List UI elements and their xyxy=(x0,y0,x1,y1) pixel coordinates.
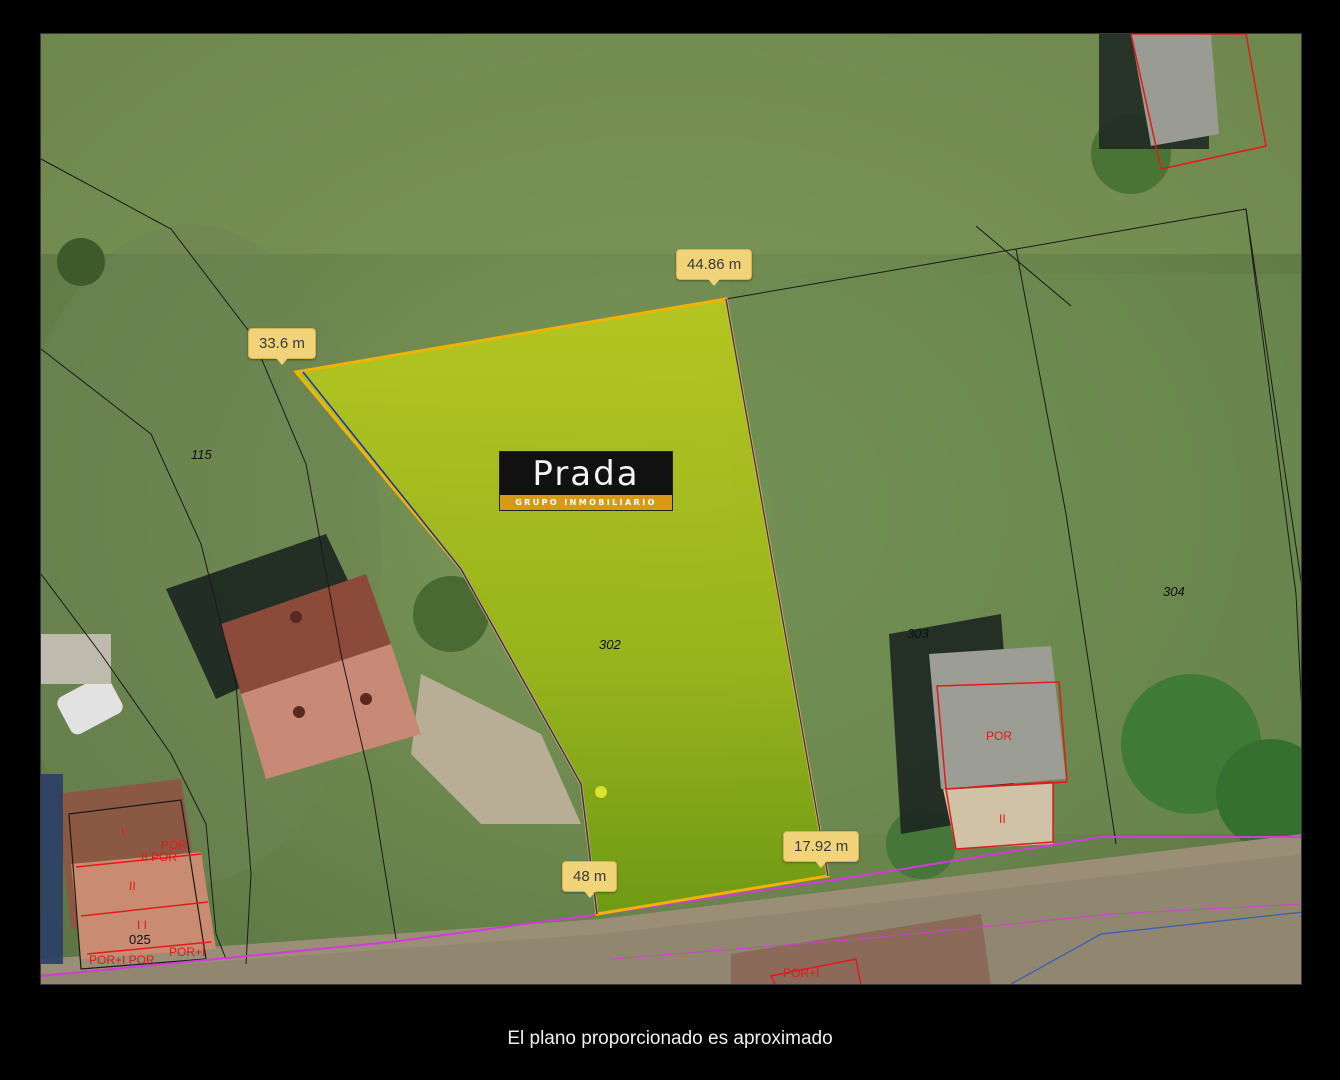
parcel-number-115: 115 xyxy=(191,447,212,462)
tree xyxy=(57,238,105,286)
chimney xyxy=(293,706,305,718)
east-building-label: II xyxy=(999,812,1006,826)
left-building-label: I xyxy=(121,825,124,839)
parcel-number-303: 303 xyxy=(907,626,929,641)
left-building-label: POR+I xyxy=(169,945,205,959)
image-caption: El plano proporcionado es aproximado xyxy=(507,1028,833,1049)
parcel-number-304: 304 xyxy=(1163,584,1185,599)
chimney xyxy=(360,693,372,705)
left-building-label: II xyxy=(129,879,136,893)
image-viewer: I POR II POR II I I 025 POR+I POR POR+I … xyxy=(0,0,1340,1080)
yard xyxy=(41,634,111,684)
parcel-marker xyxy=(595,786,607,798)
prada-logo: Prada GRUPO INMOBILIARIO xyxy=(499,451,673,511)
parcel-number-302: 302 xyxy=(599,637,621,652)
east-shed-roof xyxy=(929,646,1066,789)
south-building-label: POR+I xyxy=(783,966,819,980)
satellite-map[interactable]: I POR II POR II I I 025 POR+I POR POR+I … xyxy=(40,33,1302,985)
measurement-bottom-left: 48 m xyxy=(562,861,618,898)
logo-tagline: GRUPO INMOBILIARIO xyxy=(500,495,672,510)
measurement-bottom-right: 17.92 m xyxy=(783,831,860,868)
left-building-label: II POR xyxy=(141,850,177,864)
left-building-code: 025 xyxy=(129,932,151,947)
logo-wordmark: Prada xyxy=(532,454,640,494)
east-shed-wall xyxy=(943,782,1053,849)
left-building-label: I I xyxy=(137,918,147,932)
measurement-top-edge: 44.86 m xyxy=(676,249,753,286)
measurement-left-edge: 33.6 m xyxy=(248,328,316,365)
chimney xyxy=(290,611,302,623)
east-building-label: POR xyxy=(986,729,1012,743)
water-tank xyxy=(41,774,63,964)
